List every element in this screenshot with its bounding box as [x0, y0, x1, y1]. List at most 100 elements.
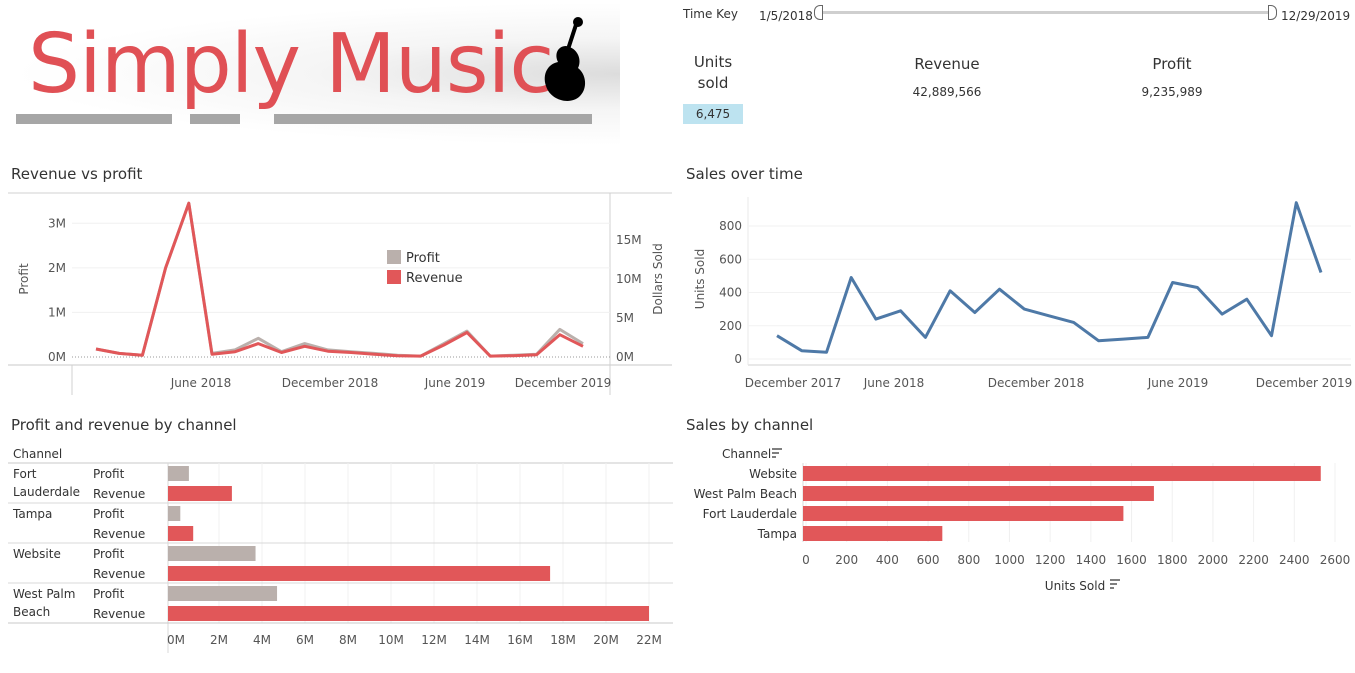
bar-revenue	[168, 566, 551, 581]
sort-icon	[1110, 579, 1120, 589]
y-tick-label: 200	[719, 319, 742, 333]
profit-revenue-by-channel-title: Profit and revenue by channel	[11, 416, 237, 434]
sales-by-channel-chart[interactable]: Channel 0 200 400 600 800 1000 1200 1400 1600 1800…	[676, 440, 1355, 600]
category-label: West Palm Beach	[694, 487, 797, 501]
y2-tick-label: 10M	[616, 272, 642, 286]
channel-label: Lauderdale	[13, 485, 80, 499]
legend-label: Profit	[406, 251, 440, 266]
bar-profit	[168, 546, 256, 561]
measure-label: Profit	[93, 507, 125, 521]
channel-label: Website	[13, 547, 61, 561]
channel-label: West Palm	[13, 587, 75, 601]
y-axis-title: Profit	[17, 263, 31, 295]
y-axis-title: Units Sold	[693, 249, 707, 309]
logo: Simply Music	[8, 2, 620, 146]
x-tick-label: 20M	[593, 633, 619, 647]
y2-tick-label: 0M	[616, 350, 634, 364]
revenue-vs-profit-chart[interactable]: 0M 1M 2M 3M 0M 5M 10M 15M Profit Dollars Sold June…	[0, 185, 676, 400]
series-line-profit	[95, 201, 584, 358]
x-tick-label: December 2018	[988, 376, 1085, 390]
profit-value[interactable]: 9,235,989	[1112, 85, 1232, 99]
x-tick-label: 200	[835, 553, 858, 567]
channel-label: Fort	[13, 467, 37, 481]
time-filter-end: 12/29/2019	[1281, 9, 1351, 23]
legend-swatch	[387, 250, 401, 264]
sales-over-time-title: Sales over time	[686, 165, 803, 183]
logo-underline	[274, 114, 592, 124]
bar-profit	[168, 506, 181, 521]
x-tick-label: 1400	[1076, 553, 1107, 567]
category-label: Website	[749, 467, 797, 481]
x-axis-title: Units Sold	[1045, 579, 1105, 593]
x-tick-label: 2000	[1198, 553, 1229, 567]
y2-axis-title: Dollars Sold	[651, 243, 665, 315]
time-filter-start: 1/5/2018	[759, 9, 813, 23]
measure-label: Profit	[93, 587, 125, 601]
profit-revenue-by-channel-chart[interactable]: Channel 0M 2M 4M 6M 8M 10M 12M 14M 16M 18M 20M 22M Fo…	[0, 440, 676, 665]
y-tick-label: 600	[719, 252, 742, 266]
x-tick-label: June 2019	[424, 376, 486, 390]
x-tick-label: 6M	[296, 633, 314, 647]
time-slider-track[interactable]	[818, 11, 1274, 14]
x-tick-label: 0M	[167, 633, 185, 647]
channel-label: Beach	[13, 605, 50, 619]
x-tick-label: 800	[957, 553, 980, 567]
logo-text: Simply Music	[28, 17, 554, 112]
sales-by-channel-title: Sales by channel	[686, 416, 814, 434]
bar-revenue	[168, 486, 232, 501]
measure-label: Revenue	[93, 487, 145, 501]
units-sold-value[interactable]: 6,475	[683, 104, 743, 124]
time-slider-start-handle[interactable]	[814, 5, 823, 20]
legend-label: Revenue	[406, 271, 463, 286]
sales-over-time-chart[interactable]: 0 200 400 600 800 Units Sold December 2017 June…	[676, 185, 1355, 400]
x-tick-label: June 2019	[1147, 376, 1209, 390]
y2-tick-label: 5M	[616, 311, 634, 325]
x-tick-label: 400	[876, 553, 899, 567]
measure-label: Revenue	[93, 607, 145, 621]
bar-profit	[168, 466, 189, 481]
logo-underline	[190, 114, 240, 124]
channel-header: Channel	[13, 447, 62, 461]
x-tick-label: 2400	[1279, 553, 1310, 567]
bar-revenue	[168, 606, 649, 621]
x-tick-label: 2M	[210, 633, 228, 647]
y-tick-label: 0M	[48, 350, 66, 364]
units-sold-label: Units sold	[693, 53, 733, 92]
x-tick-label: December 2019	[1256, 376, 1353, 390]
y-tick-label: 2M	[48, 261, 66, 275]
legend-swatch	[387, 270, 401, 284]
x-tick-label: 14M	[464, 633, 490, 647]
violin-icon	[544, 17, 586, 101]
revenue-value[interactable]: 42,889,566	[887, 85, 1007, 99]
x-tick-label: 4M	[253, 633, 271, 647]
series-line-revenue	[95, 201, 584, 358]
x-tick-label: 1200	[1035, 553, 1066, 567]
x-tick-label: 1800	[1157, 553, 1188, 567]
x-tick-label: 18M	[550, 633, 576, 647]
channel-label: Tampa	[12, 507, 52, 521]
x-tick-label: 1600	[1116, 553, 1147, 567]
x-tick-label: 8M	[339, 633, 357, 647]
category-label: Fort Lauderdale	[703, 507, 797, 521]
series-line-units-sold	[776, 201, 1323, 354]
bar-profit	[168, 586, 278, 601]
profit-label: Profit	[1152, 55, 1192, 73]
y-tick-label: 3M	[48, 216, 66, 230]
bar-units-sold	[803, 506, 1124, 521]
revenue-vs-profit-title: Revenue vs profit	[11, 165, 143, 183]
y2-tick-label: 15M	[616, 233, 642, 247]
time-slider-end-handle[interactable]	[1268, 5, 1277, 20]
y-tick-label: 800	[719, 219, 742, 233]
x-tick-label: December 2019	[515, 376, 612, 390]
x-tick-label: June 2018	[863, 376, 925, 390]
y-tick-label: 0	[734, 352, 742, 366]
x-tick-label: December 2018	[282, 376, 379, 390]
bar-units-sold	[803, 466, 1321, 481]
y-tick-label: 1M	[48, 305, 66, 319]
x-tick-label: December 2017	[745, 376, 842, 390]
measure-label: Profit	[93, 467, 125, 481]
x-tick-label: 600	[917, 553, 940, 567]
measure-label: Revenue	[93, 567, 145, 581]
x-tick-label: 22M	[636, 633, 662, 647]
measure-label: Profit	[93, 547, 125, 561]
